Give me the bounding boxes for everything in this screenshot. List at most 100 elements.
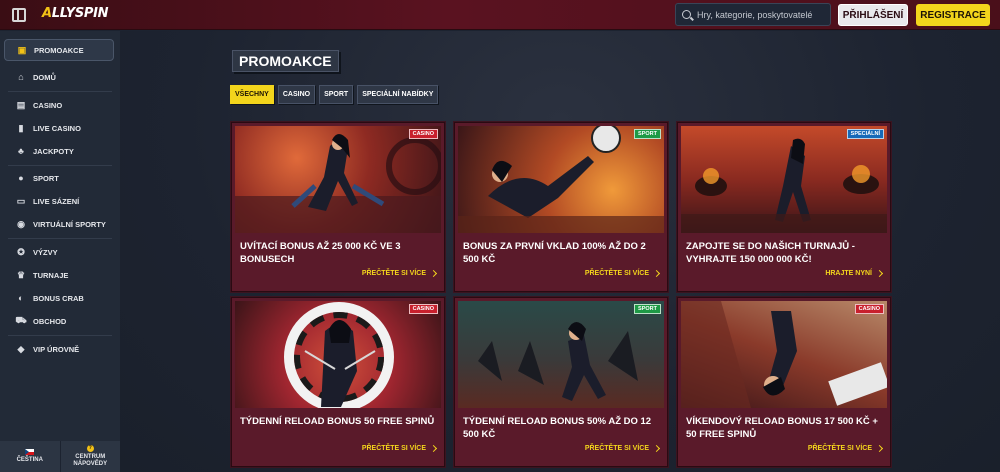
- promo-title: VÍKENDOVÝ RELOAD BONUS 17 500 KČ + 50 FR…: [686, 416, 878, 441]
- sidebar-item-challenges[interactable]: ✪ VÝZVY: [4, 241, 114, 263]
- heroine-illustration: [681, 301, 887, 408]
- category-badge: CASINO: [408, 304, 438, 314]
- search-input[interactable]: [697, 9, 827, 20]
- help-label-line1: CENTRUM: [75, 454, 106, 461]
- play-now-link[interactable]: HRAJTE NYNÍ: [825, 269, 884, 278]
- sidebar-item-sport[interactable]: ● SPORT: [4, 167, 114, 189]
- promo-image: CASINO: [235, 301, 441, 408]
- diamond-icon: ◆: [17, 343, 25, 354]
- sidebar-item-label: BONUS CRAB: [33, 293, 84, 303]
- sidebar-divider: [8, 165, 112, 166]
- promo-card[interactable]: SPECIÁLNÍ ZAPOJTE SE DO NAŠICH TURNAJŮ -…: [677, 122, 891, 292]
- logo[interactable]: ALLYSPIN: [42, 6, 109, 21]
- chevron-right-icon: [429, 269, 438, 278]
- filter-tabs: VŠECHNY CASINO SPORT SPECIÁLNÍ NABÍDKY: [230, 85, 439, 104]
- challenge-icon: ✪: [17, 246, 25, 257]
- sidebar-item-home[interactable]: ⌂ DOMŮ: [4, 66, 114, 88]
- heroine-illustration: [235, 134, 441, 233]
- chevron-right-icon: [652, 444, 661, 453]
- gift-icon: ▣: [17, 44, 27, 55]
- promo-title: ZAPOJTE SE DO NAŠICH TURNAJŮ - VYHRAJTE …: [686, 241, 855, 266]
- login-button[interactable]: PŘIHLÁŠENÍ: [838, 4, 908, 26]
- category-badge: SPORT: [634, 304, 661, 314]
- sidebar-item-bonus-crab[interactable]: ◐ BONUS CRAB: [4, 287, 114, 309]
- sidebar-item-casino[interactable]: ▤ CASINO: [4, 94, 114, 116]
- chevron-right-icon: [875, 269, 884, 278]
- sidebar-item-label: LIVE CASINO: [33, 123, 81, 133]
- read-more-link[interactable]: PŘEČTĚTE SI VÍCE: [807, 444, 884, 453]
- sidebar-item-vip[interactable]: ◆ VIP ÚROVNĚ: [4, 338, 114, 360]
- read-more-link[interactable]: PŘEČTĚTE SI VÍCE: [362, 269, 438, 278]
- sidebar-item-label: CASINO: [33, 100, 63, 110]
- tab-casino[interactable]: CASINO: [277, 85, 316, 104]
- category-badge: SPECIÁLNÍ: [846, 129, 884, 139]
- chevron-right-icon: [875, 444, 884, 453]
- sidebar-divider: [8, 91, 112, 92]
- search-box[interactable]: [675, 3, 831, 26]
- promo-card[interactable]: SPORT TÝDENNÍ RELOAD BONUS 50% AŽ DO 12 …: [454, 297, 668, 467]
- heroine-illustration: [478, 322, 638, 401]
- sidebar-item-label: TURNAJE: [33, 270, 69, 280]
- heroine-illustration: [458, 126, 664, 233]
- sidebar-item-promoakce[interactable]: ▣ PROMOAKCE: [4, 39, 114, 61]
- slot-machine-icon: ▤: [16, 99, 26, 110]
- sidebar-item-label: VIP ÚROVNĚ: [33, 344, 80, 354]
- read-more-label: PŘEČTĚTE SI VÍCE: [361, 445, 426, 452]
- read-more-link[interactable]: PŘEČTĚTE SI VÍCE: [584, 269, 661, 278]
- sidebar-divider: [8, 335, 112, 336]
- language-selector[interactable]: ČEŠTINA: [0, 441, 60, 472]
- sidebar: ▣ PROMOAKCE ⌂ DOMŮ ▤ CASINO ▮ LIVE CASIN…: [0, 31, 120, 472]
- clover-icon: ♣: [18, 146, 24, 156]
- read-more-label: PŘEČTĚTE SI VÍCE: [807, 445, 872, 452]
- ball-icon: ●: [18, 173, 24, 183]
- cart-icon: ⛟: [15, 315, 27, 325]
- live-icon: ▭: [16, 195, 26, 206]
- read-more-link[interactable]: PŘEČTĚTE SI VÍCE: [584, 444, 661, 453]
- sidebar-item-tournaments[interactable]: ♛ TURNAJE: [4, 264, 114, 286]
- sidebar-footer: ČEŠTINA ? CENTRUM NÁPOVĚDY: [0, 441, 120, 472]
- sidebar-item-label: SPORT: [33, 173, 59, 183]
- sidebar-item-live-betting[interactable]: ▭ LIVE SÁZENÍ: [4, 190, 114, 212]
- sidebar-item-label: VIRTUÁLNÍ SPORTY: [33, 219, 106, 229]
- promo-title: BONUS ZA PRVNÍ VKLAD 100% AŽ DO 2 500 KČ: [463, 241, 646, 266]
- sidebar-item-virtual-sports[interactable]: ◉ VIRTUÁLNÍ SPORTY: [4, 213, 114, 235]
- help-label-line2: NÁPOVĚDY: [73, 461, 108, 467]
- logo-text: LLYSPIN: [51, 6, 109, 21]
- help-icon: ?: [86, 445, 94, 453]
- sidebar-item-label: OBCHOD: [33, 316, 67, 326]
- promo-title: TÝDENNÍ RELOAD BONUS 50% AŽ DO 12 500 KČ: [463, 416, 652, 441]
- sidebar-item-label: VÝZVY: [33, 247, 58, 257]
- sidebar-item-live-casino[interactable]: ▮ LIVE CASINO: [4, 117, 114, 139]
- sidebar-item-shop[interactable]: ⛟ OBCHOD: [4, 310, 114, 332]
- register-button[interactable]: REGISTRACE: [916, 4, 990, 26]
- promo-card[interactable]: CASINO UVÍTACÍ BONUS AŽ 25 000 KČ VE 3 B…: [231, 122, 445, 292]
- promo-card[interactable]: CASINO VÍKENDOVÝ RELOAD BONUS 17 500 KČ …: [677, 297, 891, 467]
- help-center-button[interactable]: ? CENTRUM NÁPOVĚDY: [59, 441, 120, 472]
- sidebar-item-label: DOMŮ: [33, 72, 56, 82]
- promo-image: CASINO: [681, 301, 887, 408]
- sidebar-item-jackpots[interactable]: ♣ JACKPOTY: [4, 140, 114, 162]
- promo-title: TÝDENNÍ RELOAD BONUS 50 FREE SPINŮ: [240, 416, 435, 427]
- chevron-right-icon: [429, 444, 438, 453]
- promo-image: CASINO: [235, 126, 441, 233]
- promo-card[interactable]: CASINO TÝDENNÍ RELOAD BONUS 50 FREE SPIN…: [231, 297, 445, 467]
- read-more-label: PŘEČTĚTE SI VÍCE: [584, 270, 649, 277]
- tab-special-offers[interactable]: SPECIÁLNÍ NABÍDKY: [357, 85, 439, 104]
- top-header: ALLYSPIN PŘIHLÁŠENÍ REGISTRACE: [0, 0, 1000, 30]
- sidebar-toggle-icon[interactable]: [12, 8, 26, 22]
- sidebar-item-label: JACKPOTY: [33, 146, 74, 156]
- read-more-label: PŘEČTĚTE SI VÍCE: [584, 445, 649, 452]
- logo-mark: A: [42, 6, 52, 21]
- virtual-icon: ◉: [17, 218, 25, 229]
- heroine-illustration: [284, 302, 394, 408]
- heroine-illustration: [681, 138, 887, 233]
- trophy-icon: ♛: [16, 269, 26, 280]
- tab-sport[interactable]: SPORT: [319, 85, 354, 104]
- search-icon: [682, 10, 691, 19]
- tab-all[interactable]: VŠECHNY: [230, 85, 274, 104]
- crab-icon: ◐: [18, 293, 24, 303]
- promo-card[interactable]: SPORT BONUS ZA PRVNÍ VKLAD 100% AŽ DO 2 …: [454, 122, 668, 292]
- read-more-link[interactable]: PŘEČTĚTE SI VÍCE: [361, 444, 438, 453]
- home-icon: ⌂: [18, 72, 24, 82]
- promo-image: SPORT: [458, 301, 664, 408]
